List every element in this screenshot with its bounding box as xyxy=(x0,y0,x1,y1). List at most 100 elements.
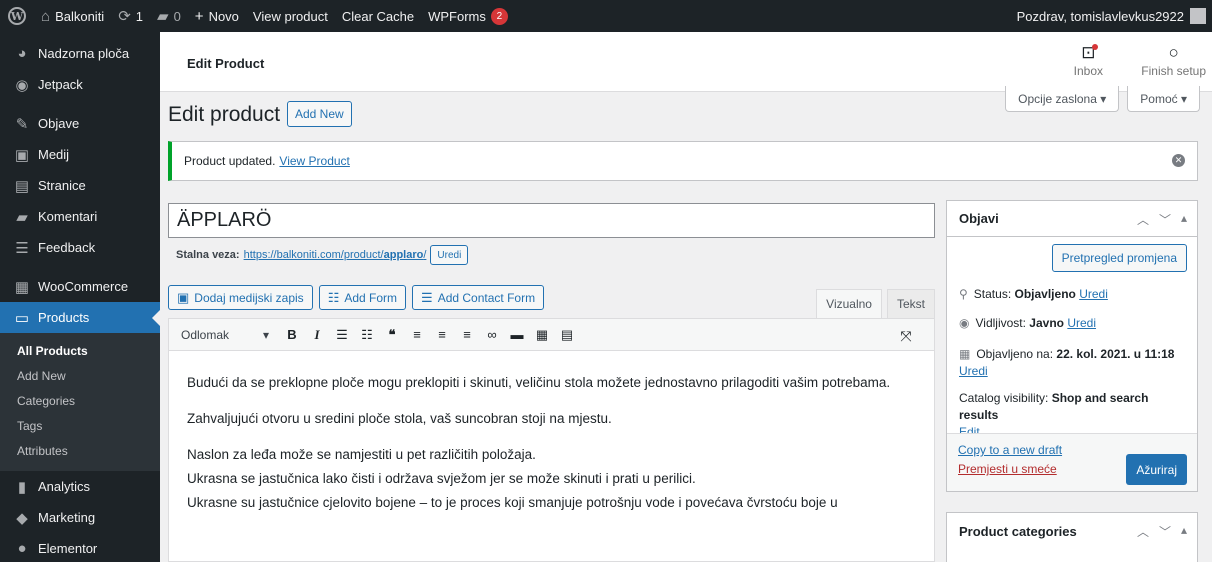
product-title-input[interactable]: ÄPPLARÖ xyxy=(168,203,935,238)
sidebar-item-jetpack[interactable]: ◉ Jetpack xyxy=(0,69,160,100)
keyboard-icon[interactable]: ▦ xyxy=(531,324,553,346)
sidebar-item-elementor[interactable]: ● Elementor xyxy=(0,533,160,562)
add-new-button[interactable]: Add New xyxy=(287,101,352,127)
edit-status-link[interactable]: Uredi xyxy=(1079,287,1108,301)
add-contact-form-button[interactable]: ☰ Add Contact Form xyxy=(412,285,545,310)
permalink-link[interactable]: https://balkoniti.com/product/applaro/ xyxy=(244,249,427,261)
page-heading: Edit product xyxy=(168,103,281,126)
align-right-icon[interactable]: ≡ xyxy=(456,324,478,346)
feedback-icon: ☰ xyxy=(15,239,29,257)
bold-icon[interactable]: B xyxy=(281,324,303,346)
sidebar-item-media[interactable]: ▣ Medij xyxy=(0,139,160,170)
wordpress-logo-menu[interactable]: W xyxy=(0,0,34,32)
woocommerce-header: Edit Product ⊡ Inbox ○ Finish setup xyxy=(160,32,1212,92)
sidebar-item-feedback[interactable]: ☰ Feedback xyxy=(0,232,160,263)
dashboard-icon: ◕ xyxy=(17,45,27,62)
inbox-button[interactable]: ⊡ Inbox xyxy=(1074,42,1103,78)
move-to-trash-link[interactable]: Premjesti u smeće xyxy=(958,462,1057,476)
form-icon[interactable]: ▤ xyxy=(556,324,578,346)
plus-icon: + xyxy=(194,7,204,25)
sidebar-item-marketing[interactable]: ◆ Marketing xyxy=(0,502,160,533)
notification-dot xyxy=(1092,44,1099,50)
submenu-attributes[interactable]: Attributes xyxy=(0,439,160,464)
sidebar-item-pages[interactable]: ▤ Stranice xyxy=(0,170,160,201)
publish-actions: Copy to a new draft Premjesti u smeće Až… xyxy=(947,433,1197,491)
admin-sidebar: ◕ Nadzorna ploča ◉ Jetpack ✎ Objave ▣ Medij … xyxy=(0,32,160,562)
move-down-icon[interactable]: ﹀ xyxy=(1159,523,1171,540)
format-select[interactable]: Odlomak ▾ xyxy=(177,324,273,346)
page-title: Edit Product xyxy=(187,56,265,71)
link-icon[interactable]: ∞ xyxy=(481,324,503,346)
view-product-link[interactable]: View product xyxy=(246,0,335,32)
updates-menu[interactable]: ⟳ 1 xyxy=(111,0,150,32)
update-button[interactable]: Ažuriraj xyxy=(1126,454,1187,485)
site-name-menu[interactable]: ⌂ Balkoniti xyxy=(34,0,111,32)
align-left-icon[interactable]: ≡ xyxy=(406,324,428,346)
my-account-menu[interactable]: Pozdrav, tomislavlevkus2922 xyxy=(1017,0,1206,32)
read-more-icon[interactable]: ▬ xyxy=(506,324,528,346)
help-button[interactable]: Pomoć ▾ xyxy=(1127,86,1200,112)
view-product-notice-link[interactable]: View Product xyxy=(279,154,349,168)
fullscreen-icon[interactable]: ⤧ xyxy=(895,325,917,347)
sidebar-item-posts[interactable]: ✎ Objave xyxy=(0,108,160,139)
copy-to-draft-link[interactable]: Copy to a new draft xyxy=(958,443,1062,457)
paragraph: Zahvaljujući otvoru u sredini ploče stol… xyxy=(187,411,612,426)
edit-visibility-link[interactable]: Uredi xyxy=(1067,316,1096,330)
toggle-icon[interactable]: ▴ xyxy=(1181,211,1187,228)
progress-circle-icon: ○ xyxy=(1168,43,1179,62)
sidebar-item-analytics[interactable]: ▮ Analytics xyxy=(0,471,160,502)
wordpress-icon: W xyxy=(8,7,26,25)
screen-options-button[interactable]: Opcije zaslona ▾ xyxy=(1005,86,1120,112)
home-icon: ⌂ xyxy=(41,7,51,25)
comments-menu[interactable]: ▰ 0 xyxy=(150,0,188,32)
content-editor[interactable]: Odlomak ▾ B I ☰ ☷ ❝ ≡ ≡ ≡ ∞ ▬ ▦ ▤ ⤧ Buduć… xyxy=(168,318,935,562)
form-icon: ☷ xyxy=(327,289,340,305)
sidebar-item-comments[interactable]: ▰ Komentari xyxy=(0,201,160,232)
media-icon: ▣ xyxy=(177,289,190,305)
numbered-list-icon[interactable]: ☷ xyxy=(356,324,378,346)
eye-icon: ◉ xyxy=(959,316,970,330)
analytics-icon: ▮ xyxy=(17,478,27,496)
move-up-icon[interactable]: ︿ xyxy=(1137,523,1149,540)
comment-icon: ▰ xyxy=(157,8,169,25)
dismiss-icon[interactable]: ✕ xyxy=(1172,154,1185,167)
caret-down-icon: ▾ xyxy=(1180,91,1187,106)
caret-down-icon: ▾ xyxy=(1100,91,1107,106)
refresh-icon: ⟳ xyxy=(118,8,131,25)
megaphone-icon: ◆ xyxy=(16,509,28,527)
sidebar-item-products[interactable]: ▭ Products xyxy=(0,302,160,333)
sidebar-item-dashboard[interactable]: ◕ Nadzorna ploča xyxy=(0,38,160,69)
blockquote-icon[interactable]: ❝ xyxy=(381,324,403,346)
wpforms-menu[interactable]: WPForms 2 xyxy=(421,0,515,32)
tab-text[interactable]: Tekst xyxy=(886,289,935,318)
move-up-icon[interactable]: ︿ xyxy=(1137,211,1149,228)
bullet-list-icon[interactable]: ☰ xyxy=(331,324,353,346)
comment-icon: ▰ xyxy=(16,208,28,226)
add-form-button[interactable]: ☷ Add Form xyxy=(318,285,407,310)
submenu-categories[interactable]: Categories xyxy=(0,389,160,414)
editor-toolbar: Odlomak ▾ B I ☰ ☷ ❝ ≡ ≡ ≡ ∞ ▬ ▦ ▤ ⤧ xyxy=(169,319,934,351)
sidebar-item-woocommerce[interactable]: ▦ WooCommerce xyxy=(0,271,160,302)
caret-down-icon: ▾ xyxy=(262,327,269,342)
finish-setup-button[interactable]: ○ Finish setup xyxy=(1141,42,1206,78)
new-content-menu[interactable]: + Novo xyxy=(188,0,246,32)
submenu-all-products[interactable]: All Products xyxy=(0,339,160,364)
media-icon: ▣ xyxy=(14,146,30,164)
move-down-icon[interactable]: ﹀ xyxy=(1159,211,1171,228)
preview-changes-button[interactable]: Pretpregled promjena xyxy=(1051,244,1187,272)
publish-box: Objavi ︿ ﹀ ▴ Pretpregled promjena ⚲ Status:… xyxy=(946,200,1198,492)
align-center-icon[interactable]: ≡ xyxy=(431,324,453,346)
tab-visual[interactable]: Vizualno xyxy=(816,289,882,318)
edit-permalink-button[interactable]: Uredi xyxy=(430,245,469,265)
paragraph-line: Naslon za leđa može se namjestiti u pet … xyxy=(187,447,536,462)
paragraph-line: Ukrasna se jastučnica lako čisti i održa… xyxy=(187,471,696,486)
editor-content[interactable]: Budući da se preklopne ploče mogu preklo… xyxy=(169,351,934,515)
toggle-icon[interactable]: ▴ xyxy=(1181,523,1187,540)
submenu-add-new[interactable]: Add New xyxy=(0,364,160,389)
submenu-tags[interactable]: Tags xyxy=(0,414,160,439)
clear-cache-link[interactable]: Clear Cache xyxy=(335,0,421,32)
italic-icon[interactable]: I xyxy=(306,324,328,346)
jetpack-icon: ◉ xyxy=(15,76,29,94)
add-media-button[interactable]: ▣ Dodaj medijski zapis xyxy=(168,285,313,310)
edit-date-link[interactable]: Uredi xyxy=(959,364,988,378)
